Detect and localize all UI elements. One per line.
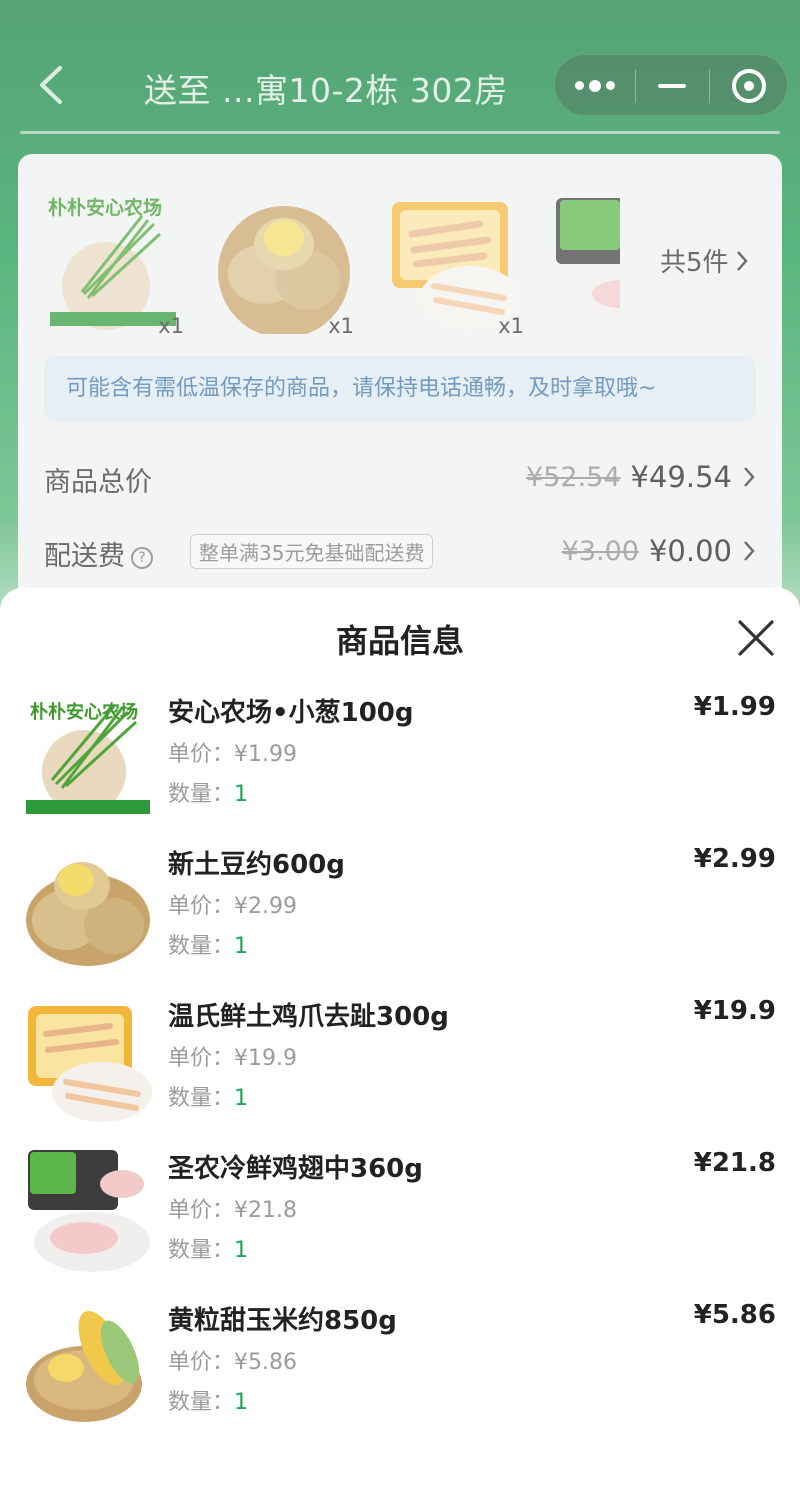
product-name: 黄粒甜玉米约850g: [168, 1306, 397, 1336]
unit-price: 单价：¥5.86: [168, 1350, 297, 1375]
chicken-feet-image: [28, 1006, 152, 1122]
unit-price: 单价：¥21.8: [168, 1198, 297, 1223]
corn-image: [26, 1310, 142, 1422]
list-item[interactable]: 圣农冷鲜鸡翅中360g 单价：¥21.8 数量：1 ¥21.8: [0, 1144, 800, 1294]
line-total: ¥1.99: [693, 692, 776, 722]
chicken-wings-image: [28, 1150, 150, 1272]
product-name: 新土豆约600g: [168, 850, 345, 880]
list-item[interactable]: 新土豆约600g 单价：¥2.99 数量：1 ¥2.99: [0, 840, 800, 990]
scallion-image: 朴朴安心农场: [26, 701, 150, 814]
quantity: 数量：1: [168, 782, 249, 807]
sheet-title: 商品信息: [335, 622, 464, 660]
line-total: ¥5.86: [693, 1300, 776, 1330]
product-name: 安心农场•小葱100g: [168, 698, 414, 728]
list-item[interactable]: 朴朴安心农场 安心农场•小葱100g 单价：¥1.99 数量：1 ¥1.99: [0, 688, 800, 838]
line-total: ¥19.9: [693, 996, 776, 1026]
line-total: ¥2.99: [693, 844, 776, 874]
quantity: 数量：1: [168, 1086, 249, 1111]
list-item[interactable]: 温氏鲜土鸡爪去趾300g 单价：¥19.9 数量：1 ¥19.9: [0, 992, 800, 1142]
line-total: ¥21.8: [693, 1148, 776, 1178]
product-name: 温氏鲜土鸡爪去趾300g: [168, 1002, 449, 1032]
list-item[interactable]: 黄粒甜玉米约850g 单价：¥5.86 数量：1 ¥5.86: [0, 1296, 800, 1446]
quantity: 数量：1: [168, 934, 249, 959]
potato-image: [26, 862, 150, 966]
unit-price: 单价：¥2.99: [168, 894, 297, 919]
brand-logo-text: 朴朴安心农场: [30, 701, 138, 723]
quantity: 数量：1: [168, 1390, 249, 1415]
quantity: 数量：1: [168, 1238, 249, 1263]
unit-price: 单价：¥19.9: [168, 1046, 297, 1071]
product-name: 圣农冷鲜鸡翅中360g: [168, 1154, 423, 1184]
product-info-sheet: 商品信息 朴朴安心农场 安心农场•小葱100g 单价：¥1.99 数量：1 ¥1…: [0, 588, 800, 1496]
unit-price: 单价：¥1.99: [168, 742, 297, 767]
close-icon[interactable]: [734, 616, 778, 660]
